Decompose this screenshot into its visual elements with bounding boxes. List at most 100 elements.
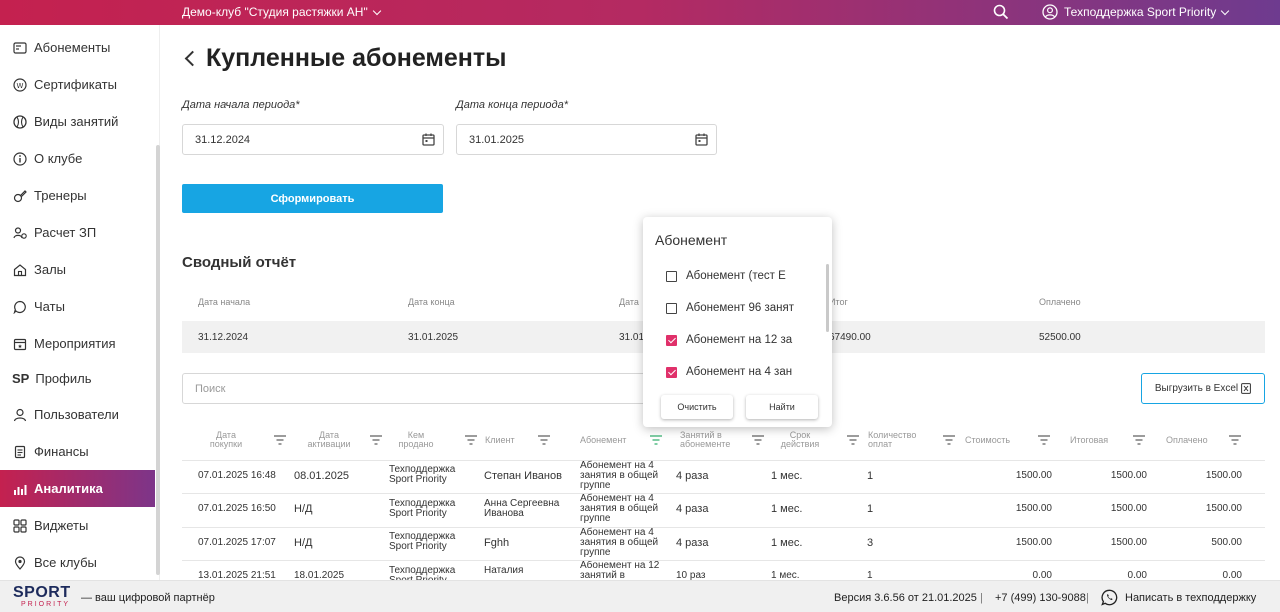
sidebar-item-all-clubs[interactable]: Все клубы xyxy=(0,544,155,581)
filter-scrollbar[interactable] xyxy=(826,264,829,332)
sidebar-item-widgets[interactable]: Виджеты xyxy=(0,507,155,544)
calendar-icon[interactable] xyxy=(695,133,708,146)
summary-header-start: Дата начала xyxy=(198,297,251,307)
sport-priority-logo[interactable]: SPORT PRIORITY xyxy=(13,585,71,609)
sidebar-item-finance[interactable]: Финансы xyxy=(0,433,155,470)
filter-icon[interactable] xyxy=(538,435,550,445)
generate-button[interactable]: Сформировать xyxy=(182,184,443,213)
cell-activation-date: Н/Д xyxy=(294,503,313,515)
start-date-field[interactable]: 31.12.2024 xyxy=(182,124,444,155)
cell-activation-date: Н/Д xyxy=(294,537,313,549)
filter-option[interactable]: Абонемент на 12 за xyxy=(666,334,826,346)
column-header-activation-date: Дата активации xyxy=(307,430,351,449)
sidebar-item-analytics[interactable]: Аналитика xyxy=(0,470,155,507)
sidebar-item-certificates[interactable]: W Сертификаты xyxy=(0,66,155,103)
sidebar-item-halls[interactable]: Залы xyxy=(0,251,155,288)
summary-header-paid: Оплачено xyxy=(1039,297,1081,307)
filter-icon[interactable] xyxy=(752,435,764,445)
column-header-paid: Оплачено xyxy=(1166,435,1208,445)
search-icon[interactable] xyxy=(993,4,1009,20)
checkbox-checked[interactable] xyxy=(666,366,677,378)
sidebar-item-label: Виды занятий xyxy=(34,114,119,129)
filter-icon[interactable] xyxy=(370,435,382,445)
filter-option[interactable]: Абонемент 96 занят xyxy=(666,302,826,314)
end-date-value: 31.01.2025 xyxy=(469,133,525,146)
calendar-icon xyxy=(12,336,28,352)
info-icon xyxy=(12,151,28,167)
cell-final: 1500.00 xyxy=(1110,537,1147,548)
end-date-label: Дата конца периода* xyxy=(456,99,569,111)
club-selector[interactable]: Демо-клуб "Студия растяжки АН" xyxy=(182,5,381,19)
cell-validity: 1 мес. xyxy=(771,470,803,482)
support-chat-link[interactable]: Написать в техподдержку xyxy=(1101,589,1256,606)
filter-icon[interactable] xyxy=(1229,435,1241,445)
checkbox-checked[interactable] xyxy=(666,334,677,346)
chat-icon xyxy=(12,299,28,315)
filter-option[interactable]: Абонемент (тест Е xyxy=(666,270,826,282)
cell-paid: 1500.00 xyxy=(1205,503,1242,514)
sidebar-item-users[interactable]: Пользователи xyxy=(0,396,155,433)
filter-option-label: Абонемент (тест Е xyxy=(686,270,786,282)
club-name: Демо-клуб "Студия растяжки АН" xyxy=(182,5,368,19)
cell-client: Анна Сергеевна Иванова xyxy=(484,498,560,519)
sidebar-item-trainers[interactable]: Тренеры xyxy=(0,177,155,214)
back-icon[interactable] xyxy=(184,50,201,67)
filter-icon[interactable] xyxy=(943,435,955,445)
cell-paid: 500.00 xyxy=(1211,537,1242,548)
start-date-value: 31.12.2024 xyxy=(195,133,251,146)
support-phone[interactable]: +7 (499) 130-9088 xyxy=(995,592,1086,604)
clear-button[interactable]: Очистить xyxy=(661,395,733,419)
sidebar-item-profile[interactable]: SP Профиль xyxy=(0,360,155,397)
cell-client: Fghh xyxy=(484,537,510,549)
user-name: Техподдержка Sport Priority xyxy=(1064,5,1217,19)
chevron-down-icon xyxy=(372,6,381,15)
find-button[interactable]: Найти xyxy=(746,395,818,419)
column-header-price: Стоимость xyxy=(965,435,1011,445)
cell-subscription: Абонемент на 12 занятий в xyxy=(580,561,660,580)
sidebar-item-label: Чаты xyxy=(34,299,65,314)
sidebar-item-about[interactable]: О клубе xyxy=(0,140,155,177)
filter-icon[interactable] xyxy=(1133,435,1145,445)
export-excel-button[interactable]: Выгрузить в Excel xyxy=(1141,373,1265,404)
search-input[interactable]: Поиск xyxy=(182,373,652,404)
checkbox[interactable] xyxy=(666,270,677,282)
sidebar-item-label: Профиль xyxy=(35,371,92,386)
filter-active-icon[interactable] xyxy=(650,435,662,445)
filter-icon[interactable] xyxy=(274,435,286,445)
end-date-field[interactable]: 31.01.2025 xyxy=(456,124,717,155)
filter-icon[interactable] xyxy=(465,435,477,445)
filter-popup-title: Абонемент xyxy=(655,232,728,248)
sidebar-item-label: Абонементы xyxy=(34,40,111,55)
sidebar-item-events[interactable]: Мероприятия xyxy=(0,325,155,362)
filter-icon[interactable] xyxy=(1038,435,1050,445)
cell-purchase-date: 07.01.2025 16:50 xyxy=(198,503,276,514)
calendar-icon[interactable] xyxy=(422,133,435,146)
document-icon xyxy=(12,444,28,460)
cell-sold-by: Техподдержка Sport Priority xyxy=(389,531,456,552)
support-chat-label: Написать в техподдержку xyxy=(1125,591,1257,604)
column-header-sessions: Занятий в абонементе xyxy=(680,430,731,449)
filter-icon[interactable] xyxy=(847,435,859,445)
hall-icon xyxy=(12,262,28,278)
cell-activation-date: 08.01.2025 xyxy=(294,470,350,482)
filter-option[interactable]: Абонемент на 4 зан xyxy=(666,366,826,378)
sidebar-item-label: О клубе xyxy=(34,151,83,166)
version-text: Версия 3.6.56 от 21.01.2025 xyxy=(834,592,977,604)
user-menu[interactable]: Техподдержка Sport Priority xyxy=(1042,4,1230,20)
summary-end-value: 31.01.2025 xyxy=(408,332,459,343)
sidebar-item-label: Тренеры xyxy=(34,188,87,203)
cell-subscription: Абонемент на 4 занятия в общей группе xyxy=(580,493,659,524)
sidebar-item-class-types[interactable]: Виды занятий xyxy=(0,103,155,140)
checkbox[interactable] xyxy=(666,302,677,314)
column-header-sold-by: Кем продано xyxy=(398,430,434,449)
whistle-icon xyxy=(12,188,28,204)
sidebar-item-subscriptions[interactable]: Абонементы xyxy=(0,29,155,66)
footer-divider: | xyxy=(980,592,983,604)
sidebar-item-label: Расчет ЗП xyxy=(34,225,97,240)
sidebar-item-salary[interactable]: Расчет ЗП xyxy=(0,214,155,251)
cell-price: 1500.00 xyxy=(1015,537,1052,548)
sidebar-item-chats[interactable]: Чаты xyxy=(0,288,155,325)
column-header-client: Клиент xyxy=(485,435,515,445)
cell-payments-count: 1 xyxy=(867,470,874,482)
sidebar-item-label: Залы xyxy=(34,262,67,277)
